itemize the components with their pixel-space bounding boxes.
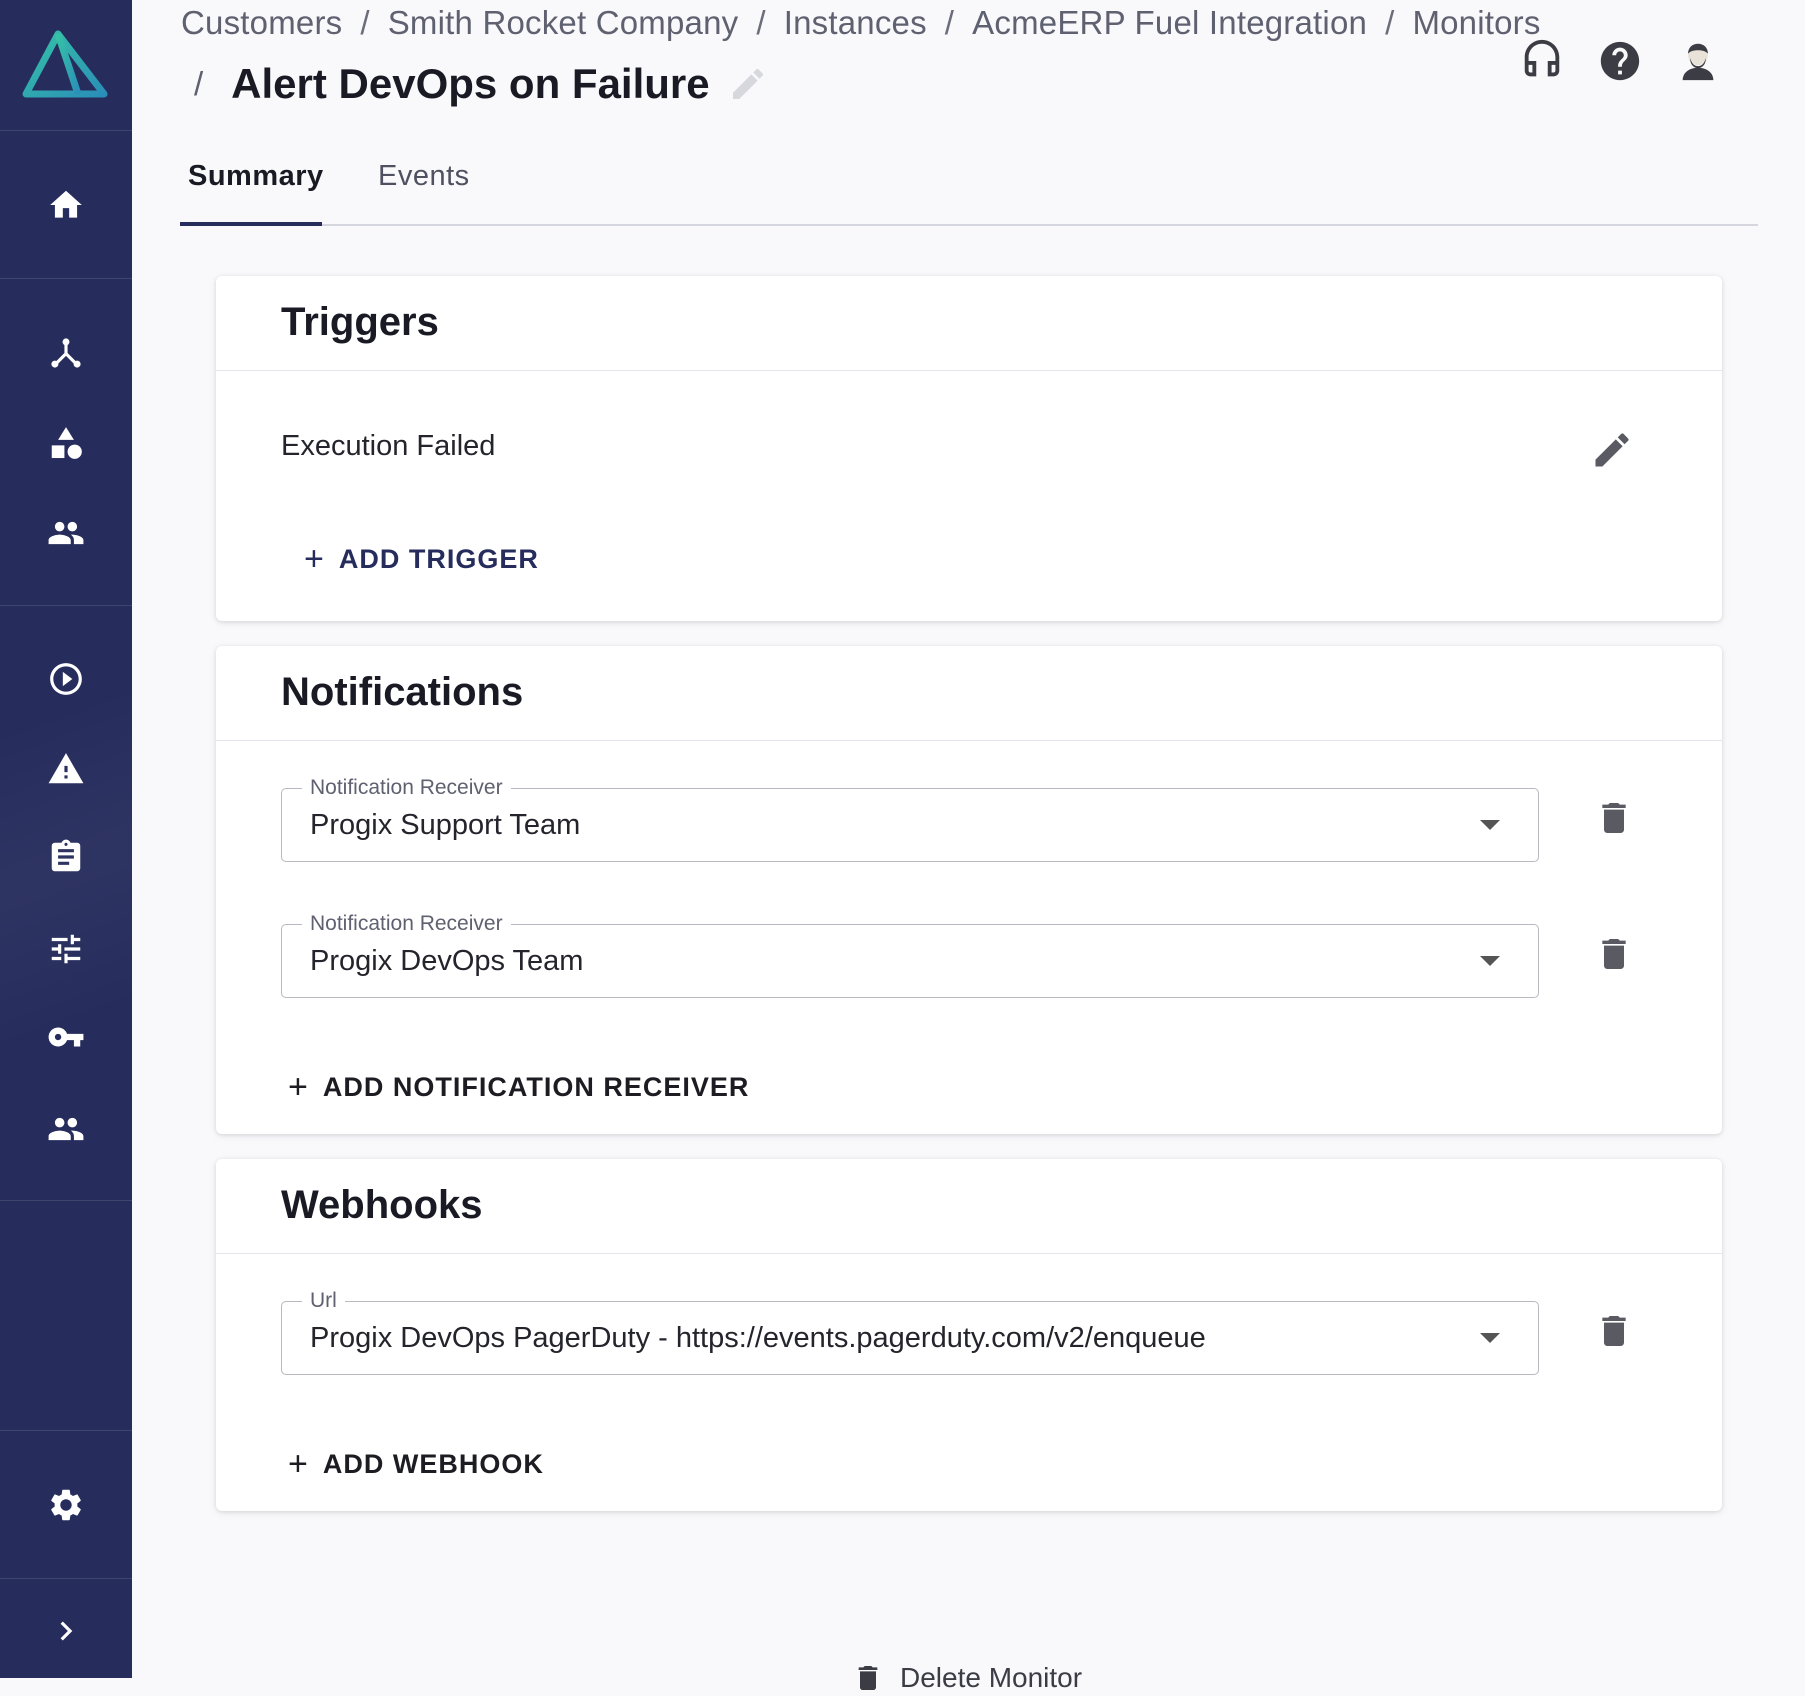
field-label: Notification Receiver xyxy=(302,776,511,800)
edit-title-icon[interactable] xyxy=(728,64,768,104)
user-avatar-icon[interactable] xyxy=(1675,38,1721,84)
triggers-title: Triggers xyxy=(281,300,439,344)
home-icon xyxy=(50,190,82,218)
trigger-item: Execution Failed xyxy=(281,430,496,462)
sidebar-item-home[interactable] xyxy=(0,168,132,242)
add-trigger-button[interactable]: + ADD TRIGGER xyxy=(304,542,539,576)
breadcrumb-customers[interactable]: Customers xyxy=(181,4,342,41)
field-label: Url xyxy=(302,1289,345,1313)
warning-icon xyxy=(48,753,84,784)
breadcrumb-separator: / xyxy=(944,4,955,41)
sidebar-item-configuration[interactable] xyxy=(0,912,132,986)
plus-icon: + xyxy=(288,1068,309,1106)
active-tab-indicator xyxy=(180,222,322,226)
integrations-icon xyxy=(51,338,81,368)
breadcrumb-separator: / xyxy=(1385,4,1395,41)
field-value: Progix DevOps PagerDuty - https://events… xyxy=(310,1322,1206,1354)
tab-bar: Summary Events xyxy=(180,150,1758,226)
play-circle-icon xyxy=(50,663,82,695)
sidebar-item-customers[interactable] xyxy=(0,496,132,570)
notifications-card: Notifications Notification Receiver Prog… xyxy=(216,646,1722,1134)
add-receiver-label: ADD NOTIFICATION RECEIVER xyxy=(322,1071,750,1102)
sidebar-item-components[interactable] xyxy=(0,406,132,480)
shapes-icon xyxy=(51,427,82,459)
sidebar-item-integrations[interactable] xyxy=(0,316,132,390)
sidebar-item-executions[interactable] xyxy=(0,642,132,716)
card-header: Notifications xyxy=(216,646,1722,741)
clipboard-icon xyxy=(51,839,81,872)
breadcrumb-instance[interactable]: AcmeERP Fuel Integration xyxy=(972,4,1367,41)
sidebar-item-alerts[interactable] xyxy=(0,732,132,806)
webhooks-card: Webhooks Url Progix DevOps PagerDuty - h… xyxy=(216,1159,1722,1511)
sidebar-divider xyxy=(0,1578,132,1579)
help-icon[interactable] xyxy=(1597,38,1643,84)
card-header: Webhooks xyxy=(216,1159,1722,1254)
delete-receiver-icon[interactable] xyxy=(1594,796,1634,840)
sliders-icon xyxy=(51,934,81,964)
people-icon xyxy=(48,1117,84,1141)
dropdown-arrow-icon[interactable] xyxy=(1480,820,1500,830)
add-trigger-label: ADD TRIGGER xyxy=(338,543,539,574)
gear-icon xyxy=(51,1489,81,1521)
breadcrumb-separator: / xyxy=(360,4,370,41)
edit-trigger-icon[interactable] xyxy=(1590,428,1634,472)
delete-receiver-icon[interactable] xyxy=(1594,932,1634,976)
tab-events[interactable]: Events xyxy=(378,160,470,193)
sidebar-item-credentials[interactable] xyxy=(0,1000,132,1074)
sidebar-item-settings[interactable] xyxy=(0,1468,132,1542)
top-actions xyxy=(1519,38,1721,84)
add-webhook-button[interactable]: + ADD WEBHOOK xyxy=(288,1447,544,1481)
triggers-card: Triggers Execution Failed + ADD TRIGGER xyxy=(216,276,1722,621)
breadcrumb-instances[interactable]: Instances xyxy=(784,4,927,41)
dropdown-arrow-icon[interactable] xyxy=(1480,1333,1500,1343)
sidebar-item-users[interactable] xyxy=(0,1092,132,1166)
notification-receiver-select[interactable]: Notification Receiver Progix DevOps Team xyxy=(281,912,1539,998)
sidebar-divider xyxy=(0,130,132,131)
delete-monitor-label: Delete Monitor xyxy=(900,1662,1083,1693)
webhooks-title: Webhooks xyxy=(281,1183,483,1227)
trash-icon xyxy=(858,1666,878,1690)
plus-icon: + xyxy=(304,540,325,578)
add-notification-receiver-button[interactable]: + ADD NOTIFICATION RECEIVER xyxy=(288,1070,749,1104)
people-icon xyxy=(48,521,84,545)
breadcrumb-separator: / xyxy=(194,65,204,102)
sidebar-divider xyxy=(0,1430,132,1431)
notifications-title: Notifications xyxy=(281,670,524,714)
chevron-right-icon xyxy=(60,1621,73,1641)
field-value: Progix Support Team xyxy=(310,809,581,841)
sidebar-expand-button[interactable] xyxy=(0,1594,132,1668)
sidebar-divider xyxy=(0,605,132,606)
field-value: Progix DevOps Team xyxy=(310,945,584,977)
prismatic-logo-icon[interactable] xyxy=(18,28,114,108)
field-label: Notification Receiver xyxy=(302,912,511,936)
breadcrumb-monitors[interactable]: Monitors xyxy=(1412,4,1540,41)
add-webhook-label: ADD WEBHOOK xyxy=(322,1448,544,1479)
notification-receiver-select[interactable]: Notification Receiver Progix Support Tea… xyxy=(281,776,1539,862)
key-icon xyxy=(48,1027,84,1047)
tab-summary[interactable]: Summary xyxy=(188,160,324,193)
dropdown-arrow-icon[interactable] xyxy=(1480,956,1500,966)
breadcrumb-separator: / xyxy=(756,4,766,41)
page-title: Alert DevOps on Failure xyxy=(231,60,710,107)
delete-webhook-icon[interactable] xyxy=(1594,1309,1634,1353)
sidebar xyxy=(0,0,132,1678)
sidebar-divider xyxy=(0,1200,132,1201)
delete-monitor-button[interactable]: Delete Monitor xyxy=(852,1660,1082,1696)
sidebar-item-logs[interactable] xyxy=(0,820,132,894)
headset-icon[interactable] xyxy=(1519,38,1565,84)
webhook-url-select[interactable]: Url Progix DevOps PagerDuty - https://ev… xyxy=(281,1289,1539,1375)
breadcrumb-customer[interactable]: Smith Rocket Company xyxy=(388,4,739,41)
plus-icon: + xyxy=(288,1445,309,1483)
title-row: / Alert DevOps on Failure xyxy=(194,60,768,108)
card-header: Triggers xyxy=(216,276,1722,371)
breadcrumb: Customers / Smith Rocket Company / Instances… xyxy=(181,4,1541,42)
sidebar-divider xyxy=(0,278,132,279)
